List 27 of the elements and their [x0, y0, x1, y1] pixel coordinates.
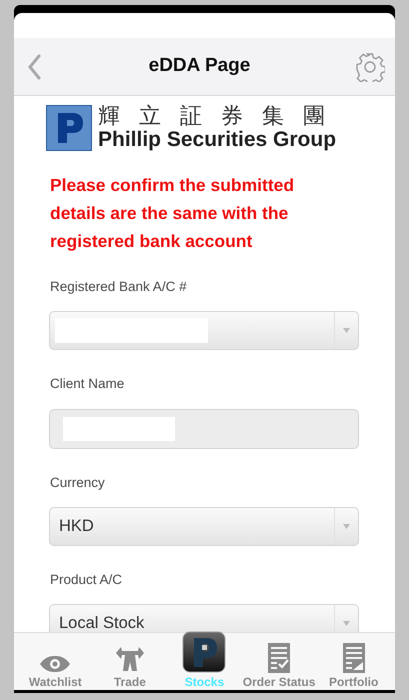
tab-bar-item[interactable]: Watchlist — [18, 633, 92, 689]
p-logo-icon — [182, 631, 226, 673]
field-label: Currency — [50, 474, 106, 492]
dropdown-field[interactable]: Local Stock — [49, 604, 359, 632]
caret-icon — [343, 621, 350, 626]
document-icon — [342, 643, 365, 673]
tab-bar-item[interactable]: Order Status — [242, 633, 316, 689]
field-label: Product A/C — [50, 570, 124, 589]
input-field[interactable] — [49, 408, 359, 448]
dropdown-field[interactable]: HKD — [49, 506, 359, 546]
company-name: Phillip Securities Group — [98, 129, 336, 150]
caret-icon — [343, 328, 350, 334]
field-label: Client Name — [50, 375, 126, 394]
figure-icon — [114, 645, 146, 673]
tab-bar-item[interactable]: Trade — [92, 633, 167, 689]
field-label: Registered Bank A/C # — [50, 278, 188, 296]
company-chinese-name: 輝 立 証 券 集 團 — [98, 106, 332, 128]
eye-icon — [39, 655, 72, 673]
document-icon — [268, 643, 290, 673]
tab-bar-item[interactable]: Portfolio — [316, 633, 391, 689]
confirmation-notice: Please confirm the submitted details are the same with the registered bank account — [50, 174, 296, 253]
page-title: eDDA Page — [148, 54, 250, 78]
caret-icon — [343, 524, 350, 529]
field-value: HKD — [59, 516, 94, 537]
field-value: Local Stock — [59, 613, 144, 632]
dropdown-field[interactable] — [49, 311, 359, 350]
logo-icon — [46, 105, 92, 151]
